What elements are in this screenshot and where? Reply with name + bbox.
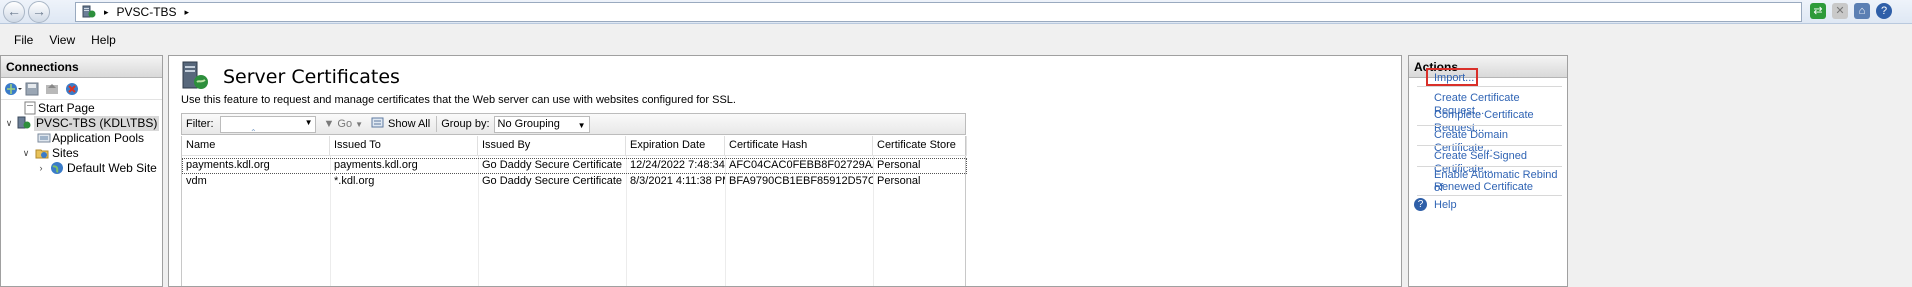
connections-toolbar (1, 78, 162, 100)
cell-issued-to: *.kdl.org (334, 175, 375, 187)
address-toolbar: ← → ▸ PVSC-TBS ▸ ⇄ ✕ ⌂ ? (0, 0, 1912, 24)
tree-item-sites[interactable]: ∨ Sites (1, 146, 162, 161)
import-highlight-box (1426, 68, 1478, 86)
certificates-table: Name Issued To Issued By Expiration Date… (181, 128, 967, 286)
help-icon[interactable]: ? (1876, 3, 1892, 19)
actions-divider (1417, 166, 1562, 167)
actions-divider (1417, 125, 1562, 126)
toolbar-icons: ⇄ ✕ ⌂ ? (1810, 3, 1892, 19)
funnel-icon: ▼ (323, 118, 335, 130)
tree-item-start-page[interactable]: Start Page (1, 101, 162, 116)
help-link[interactable]: Help (1434, 199, 1457, 212)
back-arrow-icon: ← (7, 3, 21, 19)
cell-expiration-date: 12/24/2022 7:48:34... (630, 159, 725, 171)
toolbar-separator (436, 116, 438, 132)
address-bar[interactable]: ▸ PVSC-TBS ▸ (75, 2, 1802, 22)
column-header-issued-to[interactable]: Issued To (330, 136, 478, 156)
column-header-name[interactable]: Name (182, 136, 330, 156)
actions-divider (1417, 195, 1562, 196)
enable-automatic-rebind-link-line2[interactable]: Renewed Certificate (1434, 181, 1533, 194)
globe-icon (50, 161, 64, 175)
breadcrumb-separator[interactable]: ▸ (185, 7, 190, 18)
sort-indicator-icon: ⌃ (250, 128, 257, 137)
cell-name: vdm (186, 175, 207, 187)
sites-folder-icon (35, 146, 49, 160)
start-page-icon (23, 101, 37, 115)
actions-divider (1417, 86, 1562, 87)
server-certificates-icon (179, 60, 211, 95)
cell-certificate-hash: BFA9790CB1EBF85912D57CE3... (729, 175, 873, 187)
dropdown-arrow-icon: ▼ (577, 120, 586, 130)
collapse-icon[interactable]: ∨ (4, 116, 14, 131)
cell-expiration-date: 8/3/2021 4:11:38 PM (630, 175, 725, 187)
empty-workspace (1572, 55, 1912, 287)
column-header-expiration-date[interactable]: Expiration Date (626, 136, 725, 156)
group-by-label: Group by: (441, 118, 490, 130)
collapse-icon[interactable]: ∨ (21, 146, 31, 161)
page-title: Server Certificates (223, 66, 400, 88)
connections-title: Connections (1, 56, 162, 78)
stop-icon[interactable]: ✕ (1832, 3, 1848, 19)
tree-item-default-web-site[interactable]: › Default Web Site (1, 161, 162, 176)
cell-certificate-store: Personal (877, 159, 921, 171)
help-icon: ? (1414, 198, 1427, 211)
cell-name: payments.kdl.org (186, 159, 270, 171)
feature-header: Server Certificates (179, 59, 400, 95)
feature-description: Use this feature to request and manage c… (181, 94, 736, 106)
connections-tree: Start Page ∨ PVSC-TBS (KDL\TBS) Applicat… (1, 100, 162, 176)
connect-icon[interactable] (4, 81, 22, 97)
server-icon (17, 116, 31, 130)
menu-help[interactable]: Help (83, 33, 124, 47)
column-header-certificate-store[interactable]: Certificate Store (873, 136, 967, 156)
server-icon (82, 5, 96, 19)
tree-item-application-pools[interactable]: Application Pools (1, 131, 162, 146)
dropdown-arrow-icon: ▼ (304, 117, 313, 127)
go-button[interactable]: ▼ Go ▼ (324, 118, 364, 130)
breadcrumb-server[interactable]: PVSC-TBS (117, 5, 177, 19)
expand-icon[interactable]: › (36, 161, 46, 176)
breadcrumb-separator: ▸ (104, 6, 109, 17)
cell-issued-by: Go Daddy Secure Certificate ... (482, 175, 626, 187)
cell-certificate-hash: AFC04CAC0FEBB8F02729AA1... (729, 159, 873, 171)
forward-arrow-icon: → (32, 3, 46, 19)
home-icon[interactable]: ⌂ (1854, 3, 1870, 19)
show-all-icon (371, 117, 385, 132)
application-pools-icon (37, 131, 51, 145)
table-row[interactable]: payments.kdl.org payments.kdl.org Go Dad… (182, 158, 967, 174)
tree-item-server[interactable]: ∨ PVSC-TBS (KDL\TBS) (1, 116, 162, 131)
dropdown-arrow-icon: ▼ (355, 119, 363, 129)
cell-issued-to: payments.kdl.org (334, 159, 418, 171)
group-by-select[interactable]: No Grouping ▼ (493, 115, 590, 133)
filter-input[interactable]: ▼ (219, 115, 316, 133)
refresh-icon[interactable]: ⇄ (1810, 3, 1826, 19)
table-row[interactable]: vdm *.kdl.org Go Daddy Secure Certificat… (182, 174, 967, 190)
save-icon[interactable] (24, 81, 40, 97)
back-button[interactable]: ← (3, 1, 25, 23)
menu-bar: File View Help (0, 26, 1912, 54)
actions-divider (1417, 145, 1562, 146)
filter-bar: Filter: ▼ ▼ Go ▼ Show All Group by: No G… (181, 113, 966, 135)
filter-label: Filter: (186, 118, 214, 130)
column-header-issued-by[interactable]: Issued By (478, 136, 626, 156)
cell-issued-by: Go Daddy Secure Certificate ... (482, 159, 626, 171)
menu-file[interactable]: File (6, 33, 41, 47)
feature-panel: Server Certificates Use this feature to … (168, 55, 1402, 287)
up-level-icon[interactable] (44, 81, 60, 97)
forward-button[interactable]: → (28, 1, 50, 23)
disconnect-icon[interactable] (64, 81, 80, 97)
actions-panel: Actions Import... Create Certificate Req… (1408, 55, 1568, 287)
column-header-certificate-hash[interactable]: Certificate Hash (725, 136, 873, 156)
cell-certificate-store: Personal (877, 175, 921, 187)
menu-view[interactable]: View (41, 33, 83, 47)
connections-panel: Connections Start Page ∨ PVSC-TBS (KDL\T… (0, 55, 163, 287)
show-all-button[interactable]: Show All (371, 117, 430, 132)
